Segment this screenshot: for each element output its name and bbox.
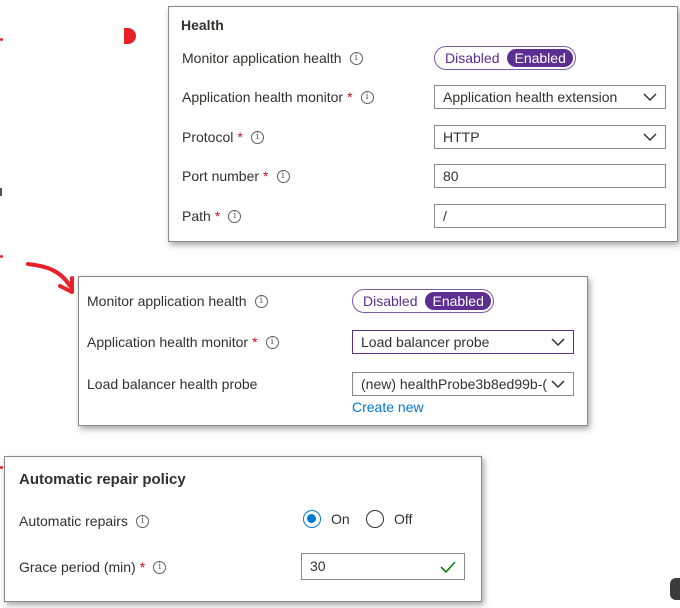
repair-policy-panel: Automatic repair policy Automatic repair…: [4, 456, 482, 602]
path-input[interactable]: /: [434, 204, 666, 228]
annotation-arrow: [26, 262, 74, 294]
chevron-down-icon: [643, 93, 657, 102]
annotation-mark: [0, 188, 2, 196]
path-label: Path * i: [182, 202, 242, 230]
chevron-down-icon: [551, 338, 565, 347]
required-asterisk: *: [263, 168, 269, 184]
monitor-type-dropdown[interactable]: Application health extension: [434, 85, 666, 109]
info-icon[interactable]: i: [276, 169, 290, 183]
checkmark-icon: [440, 561, 456, 574]
monitor-health-toggle[interactable]: Disabled Enabled: [352, 289, 494, 313]
port-input[interactable]: 80: [434, 164, 666, 188]
chevron-down-icon: [643, 133, 657, 142]
load-balancer-panel: Monitor application health i Disabled Ena…: [78, 276, 588, 426]
info-icon[interactable]: i: [153, 560, 167, 574]
port-label: Port number * i: [182, 162, 290, 190]
monitor-health-label: Monitor application health i: [87, 287, 268, 315]
required-asterisk: *: [214, 208, 221, 224]
probe-label: Load balancer health probe: [87, 376, 258, 392]
required-asterisk: *: [139, 559, 146, 575]
required-asterisk: *: [347, 89, 353, 105]
corner-badge: [670, 578, 680, 600]
info-icon[interactable]: i: [349, 51, 363, 65]
protocol-dropdown[interactable]: HTTP: [434, 125, 666, 149]
health-panel: Health Monitor application health i Disab…: [168, 6, 678, 242]
info-icon[interactable]: i: [228, 209, 242, 223]
grace-period-input[interactable]: 30: [301, 553, 465, 580]
monitor-health-toggle[interactable]: Disabled Enabled: [434, 46, 576, 70]
toggle-enabled-option[interactable]: Enabled: [425, 292, 491, 310]
monitor-health-label: Monitor application health i: [182, 44, 363, 72]
monitor-type-label: Application health monitor * i: [87, 328, 279, 356]
annotation-mark: [0, 255, 3, 258]
repairs-on-radio[interactable]: [303, 510, 321, 528]
info-icon[interactable]: i: [254, 294, 268, 308]
info-icon[interactable]: i: [135, 514, 149, 528]
repairs-on-label[interactable]: On: [331, 510, 350, 528]
annotation-mark: [0, 38, 3, 41]
info-icon[interactable]: i: [360, 90, 374, 104]
section-title: Automatic repair policy: [19, 471, 186, 488]
required-asterisk: *: [237, 129, 243, 145]
create-new-link[interactable]: Create new: [352, 399, 424, 415]
health-probe-dropdown[interactable]: (new) healthProbe3b8ed99b-(: [352, 372, 574, 396]
grace-period-label: Grace period (min) * i: [19, 553, 167, 581]
toggle-disabled-option[interactable]: Disabled: [355, 293, 425, 309]
info-icon[interactable]: i: [265, 335, 279, 349]
toggle-disabled-option[interactable]: Disabled: [437, 50, 507, 66]
monitor-type-dropdown[interactable]: Load balancer probe: [352, 330, 574, 354]
repairs-label: Automatic repairs i: [19, 507, 149, 535]
chevron-down-icon: [551, 378, 565, 390]
info-icon[interactable]: i: [250, 130, 264, 144]
annotation-dot: [124, 28, 136, 44]
monitor-type-label: Application health monitor * i: [182, 83, 374, 111]
repairs-off-label[interactable]: Off: [394, 510, 412, 528]
toggle-enabled-option[interactable]: Enabled: [507, 49, 573, 67]
annotation-mark: [0, 466, 3, 469]
repairs-off-radio[interactable]: [366, 510, 384, 528]
protocol-label: Protocol * i: [182, 123, 264, 151]
required-asterisk: *: [252, 334, 258, 350]
section-title: Health: [181, 17, 224, 33]
